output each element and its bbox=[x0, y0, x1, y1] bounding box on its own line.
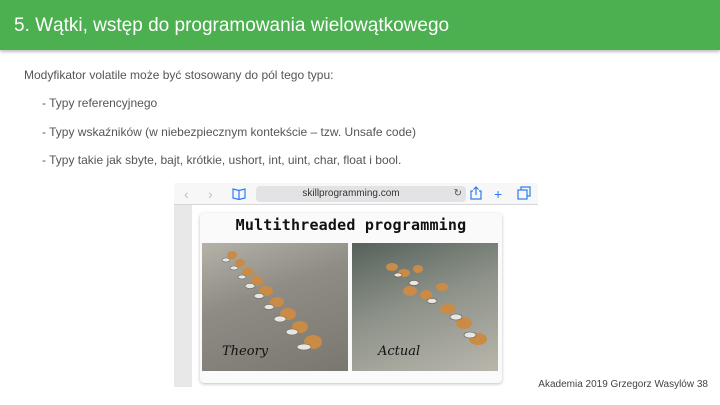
bullet-list: - Typy referencyjnego - Typy wskaźników … bbox=[42, 96, 416, 182]
meme-title: Multithreaded programming bbox=[235, 216, 467, 234]
theory-label: Theory bbox=[222, 344, 269, 359]
web-page: Multithreaded programming Theory Actual bbox=[192, 205, 538, 387]
bullet-item: - Typy referencyjnego bbox=[42, 96, 158, 110]
lead-text: Modyfikator volatile może być stosowany … bbox=[24, 68, 334, 82]
bullet-item: - Typy takie jak sbyte, bajt, krótkie, u… bbox=[42, 153, 402, 167]
slide-footer: Akademia 2019 Grzegorz Wasylów 38 bbox=[538, 379, 708, 390]
chevron-left-icon: ‹ bbox=[184, 186, 189, 202]
share-icon bbox=[470, 186, 482, 203]
browser-toolbar: ‹ › skillprogramming.com ↻ + bbox=[174, 183, 538, 205]
reload-icon: ↻ bbox=[453, 188, 462, 199]
kittens-scattered-illustration bbox=[386, 263, 487, 345]
title-bar: 5. Wątki, wstęp do programowania wielową… bbox=[0, 0, 720, 50]
address-bar: skillprogramming.com ↻ bbox=[256, 186, 466, 202]
bullet-item: - Typy wskaźników (w niebezpiecznym kont… bbox=[42, 124, 416, 139]
chevron-right-icon: › bbox=[208, 186, 213, 202]
theory-photo: Theory bbox=[202, 243, 348, 371]
embedded-browser-screenshot: ‹ › skillprogramming.com ↻ + Multithread… bbox=[174, 183, 538, 387]
actual-photo: Actual bbox=[352, 243, 498, 371]
book-icon bbox=[232, 186, 246, 203]
slide-title: 5. Wątki, wstęp do programowania wielową… bbox=[14, 14, 450, 36]
tabs-icon bbox=[517, 186, 531, 203]
meme-image: Multithreaded programming Theory Actual bbox=[200, 213, 502, 383]
plus-icon: + bbox=[494, 186, 503, 202]
actual-label: Actual bbox=[378, 344, 421, 359]
url-text: skillprogramming.com bbox=[302, 188, 400, 199]
